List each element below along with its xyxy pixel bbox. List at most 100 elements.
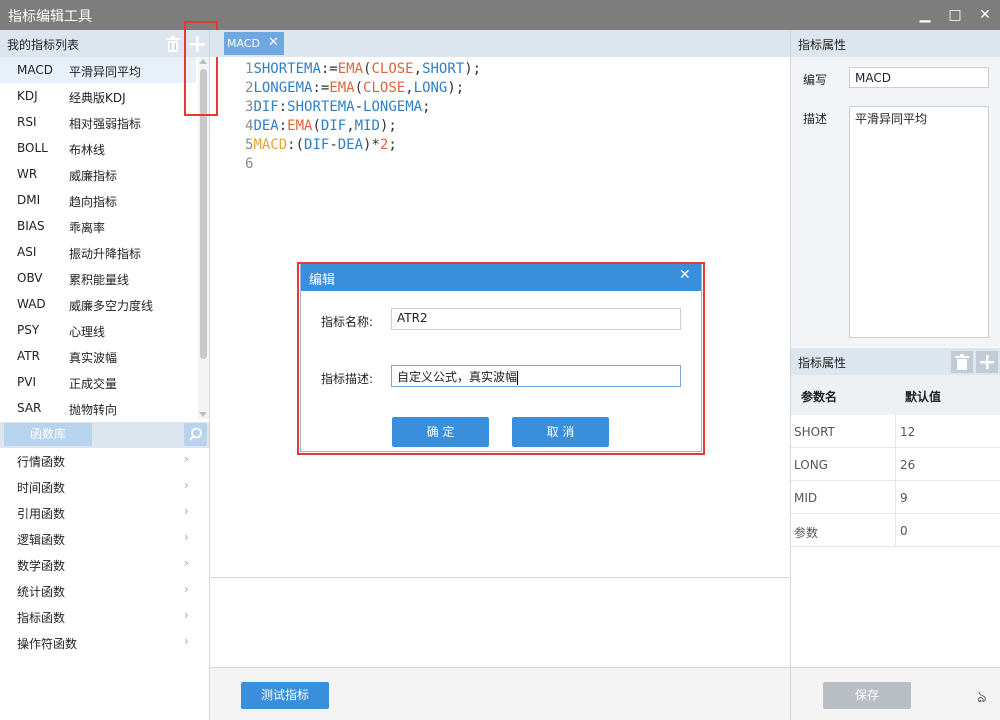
indicator-row[interactable]: ASI 振动升降指标 <box>0 239 196 265</box>
code-line: 5MACD:(DIF-DEA)*2; <box>245 137 397 156</box>
indicator-row[interactable]: MACD 平滑异同平均 <box>0 57 196 83</box>
code-token: LONGEMA <box>253 80 313 96</box>
indicator-desc: 趋向指标 <box>69 195 118 209</box>
function-category-label: 统计函数 <box>17 585 66 599</box>
trash-icon[interactable] <box>951 351 973 373</box>
function-category-label: 数学函数 <box>17 559 66 573</box>
code-token: DEA <box>253 118 279 134</box>
indicator-row[interactable]: SAR 抛物转向 <box>0 395 196 419</box>
close-window-button[interactable]: ✕ <box>970 0 1000 30</box>
param-value-cell[interactable]: 26 <box>900 458 915 472</box>
tab-label: MACD <box>227 37 260 50</box>
code-line: 6 <box>245 156 253 175</box>
indicator-row[interactable]: ATR 真实波幅 <box>0 343 196 369</box>
indicator-code: KDJ <box>17 89 38 103</box>
code-token: EMA <box>337 61 364 77</box>
function-category-item[interactable]: 指标函数 › <box>0 603 196 629</box>
indicator-row[interactable]: KDJ 经典版KDJ <box>0 83 196 109</box>
chevron-right-icon: › <box>184 608 189 622</box>
indicator-row[interactable]: WR 威廉指标 <box>0 161 196 187</box>
minimize-button[interactable]: ▁ <box>910 0 940 30</box>
params-header: 指标属性 <box>791 348 1000 375</box>
param-name-cell: LONG <box>794 458 828 472</box>
code-token: EMA <box>329 80 355 96</box>
function-category-item[interactable]: 统计函数 › <box>0 577 196 603</box>
indicator-desc: 正成交量 <box>69 377 118 391</box>
properties-footer: 保存 ঌ <box>791 667 1000 720</box>
function-category-item[interactable]: 行情函数 › <box>0 447 196 473</box>
tab-function-library[interactable]: 函数库 <box>4 423 92 446</box>
function-category-item[interactable]: 操作符函数 › <box>0 629 196 655</box>
indicator-desc: 威廉多空力度线 <box>69 299 154 313</box>
tab-macd[interactable]: MACD ✕ <box>224 32 284 55</box>
function-category-item[interactable]: 数学函数 › <box>0 551 196 577</box>
code-token: ); <box>464 61 482 77</box>
close-tab-icon[interactable]: ✕ <box>268 35 279 50</box>
chevron-right-icon: › <box>184 530 189 544</box>
chevron-right-icon: › <box>184 478 189 492</box>
code-token: MACD <box>253 137 288 153</box>
indicator-row[interactable]: BIAS 乖离率 <box>0 213 196 239</box>
param-name-cell: 参数 <box>794 526 819 540</box>
indicator-desc: 真实波幅 <box>69 351 118 365</box>
trash-icon[interactable] <box>162 33 184 55</box>
indicator-row[interactable]: BOLL 布林线 <box>0 135 196 161</box>
indicator-row[interactable]: RSI 相对强弱指标 <box>0 109 196 135</box>
code-token: :( <box>287 137 305 153</box>
cell-divider <box>895 448 896 481</box>
indicator-code: WR <box>17 167 38 181</box>
scroll-down-icon[interactable] <box>199 412 207 417</box>
code-token: ); <box>379 118 397 134</box>
param-value-cell[interactable]: 9 <box>900 491 908 505</box>
indicator-desc: 平滑异同平均 <box>69 65 142 79</box>
function-category-item[interactable]: 逻辑函数 › <box>0 525 196 551</box>
editor-footer: 测试指标 <box>210 667 790 720</box>
param-name-cell: SHORT <box>794 425 835 439</box>
code-token: , <box>413 61 423 77</box>
code-token: CLOSE <box>363 80 406 96</box>
chevron-right-icon: › <box>184 452 189 466</box>
table-row[interactable]: 参数 0 <box>791 514 1000 547</box>
save-button[interactable]: 保存 <box>823 682 911 709</box>
abbr-label: 编写 <box>803 73 828 87</box>
indicator-desc: 乖离率 <box>69 221 106 235</box>
code-token: DIF <box>253 99 279 115</box>
indicator-desc: 抛物转向 <box>69 403 118 417</box>
indicator-row[interactable]: DMI 趋向指标 <box>0 187 196 213</box>
table-row[interactable]: LONG 26 <box>791 448 1000 481</box>
indicator-desc: 相对强弱指标 <box>69 117 142 131</box>
indicator-desc: 经典版KDJ <box>69 91 126 105</box>
editor-tab-strip: MACD ✕ <box>210 30 790 57</box>
code-token: ; <box>388 137 397 153</box>
chevron-right-icon: › <box>184 634 189 648</box>
add-param-icon[interactable] <box>976 351 998 373</box>
indicator-row[interactable]: OBV 累积能量线 <box>0 265 196 291</box>
indicator-row[interactable]: PSY 心理线 <box>0 317 196 343</box>
indicator-row[interactable]: PVI 正成交量 <box>0 369 196 395</box>
code-token: )* <box>363 137 380 153</box>
indicator-code: OBV <box>17 271 43 285</box>
function-library-header: 函数库 <box>0 422 209 448</box>
table-row[interactable]: SHORT 12 <box>791 415 1000 448</box>
properties-panel: 指标属性 编写 MACD 描述 平滑异同平均 指标属性 参数名 默认值 SHOR… <box>790 30 1000 720</box>
param-value-cell[interactable]: 0 <box>900 524 908 538</box>
indicator-code: BIAS <box>17 219 45 233</box>
chevron-right-icon: › <box>184 582 189 596</box>
desc-field[interactable]: 平滑异同平均 <box>849 106 989 338</box>
function-category-item[interactable]: 引用函数 › <box>0 499 196 525</box>
maximize-button[interactable]: □ <box>940 0 970 30</box>
indicator-list-header: 我的指标列表 <box>0 30 209 57</box>
code-token: SHORT <box>422 61 465 77</box>
indicator-row[interactable]: WAD 威廉多空力度线 <box>0 291 196 317</box>
search-icon[interactable] <box>184 423 207 446</box>
param-value-cell[interactable]: 12 <box>900 425 915 439</box>
test-indicator-button[interactable]: 测试指标 <box>241 682 329 709</box>
table-row[interactable]: MID 9 <box>791 481 1000 514</box>
code-token: DIF <box>320 118 347 134</box>
function-category-item[interactable]: 时间函数 › <box>0 473 196 499</box>
code-token: : <box>278 99 288 115</box>
params-title: 指标属性 <box>798 356 847 370</box>
code-token: ( <box>312 118 321 134</box>
param-name-cell: MID <box>794 491 818 505</box>
abbr-field[interactable]: MACD <box>849 67 989 88</box>
